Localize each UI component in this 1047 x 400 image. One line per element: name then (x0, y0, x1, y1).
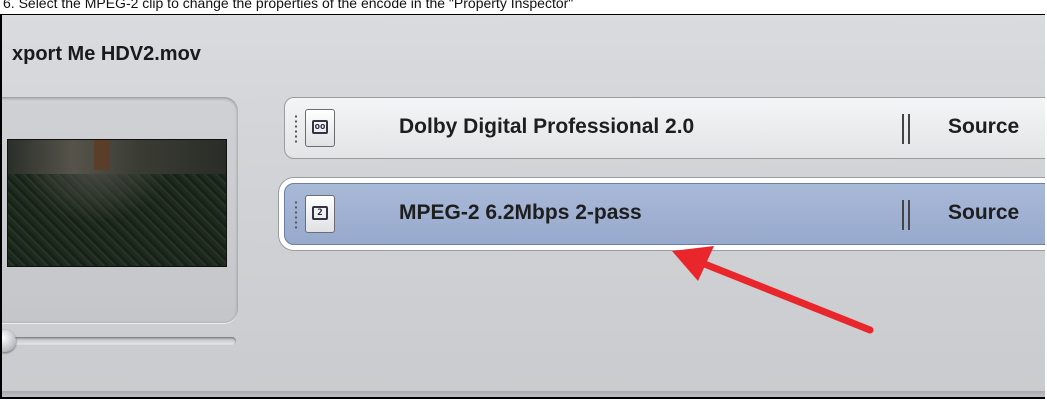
encode-name: MPEG-2 6.2Mbps 2-pass (399, 201, 642, 224)
column-separator (902, 200, 910, 230)
panel-bottom-edge (2, 391, 1045, 397)
encode-name: Dolby Digital Professional 2.0 (399, 115, 695, 138)
preview-scrub-slider[interactable] (2, 337, 236, 345)
inspector-file-name: xport Me HDV2.mov (12, 43, 201, 65)
screenshot-frame: xport Me HDV2.mov oo Dolby Digital Profe… (0, 14, 1045, 399)
drag-handle-icon[interactable] (294, 114, 298, 144)
instruction-text: 6. Select the MPEG-2 clip to change the … (3, 0, 574, 11)
encode-destination[interactable]: Source (948, 201, 1019, 225)
encode-row-mpeg2[interactable]: 2 MPEG-2 6.2Mbps 2-pass Source (284, 183, 1045, 245)
encode-row-dolby[interactable]: oo Dolby Digital Professional 2.0 Source (284, 97, 1045, 159)
column-separator (902, 114, 910, 144)
drag-handle-icon[interactable] (294, 200, 298, 230)
audio-document-icon: oo (305, 109, 335, 147)
encode-destination[interactable]: Source (948, 115, 1019, 139)
preview-scrub-knob[interactable] (2, 330, 16, 352)
video-preview-thumbnail[interactable] (8, 140, 226, 266)
video-document-icon: 2 (305, 195, 335, 233)
red-arrow-annotation-icon (672, 246, 874, 334)
